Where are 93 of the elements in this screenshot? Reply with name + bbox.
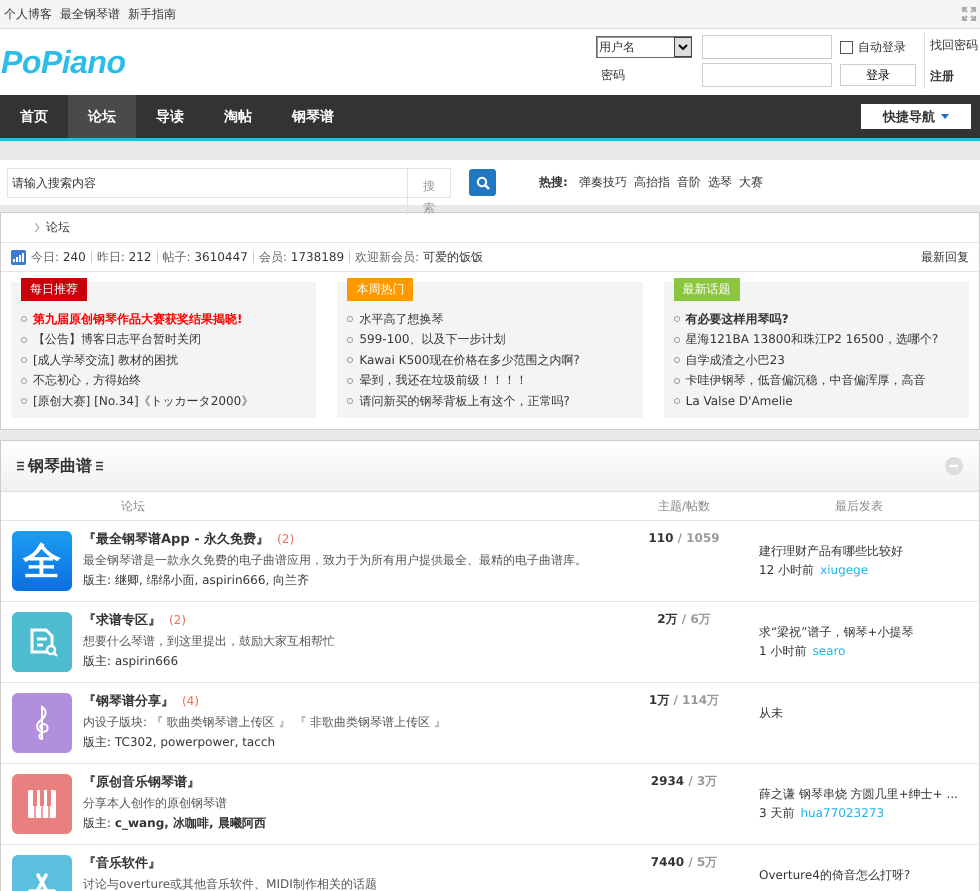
featured-link[interactable]: [成人学琴交流] 教材的困扰 <box>33 352 178 369</box>
featured-link[interactable]: 不忘初心，方得始终 <box>33 372 141 390</box>
stat-item: 帖子: 3610447 <box>162 248 248 266</box>
last-post-title[interactable]: 建行理财产品有哪些比较好 <box>759 543 959 559</box>
featured-link[interactable]: 第九届原创钢琴作品大赛获奖结果揭晓! <box>33 310 242 328</box>
forum-description: 分享本人创作的原创钢琴谱 <box>83 795 228 812</box>
breadcrumb-link[interactable]: 论坛 <box>46 219 70 236</box>
forum-icon: 全 <box>12 531 72 591</box>
section-marker-icon <box>96 461 103 471</box>
forum-name-link[interactable]: 『钢琴谱分享』 <box>83 694 174 709</box>
forum-name-link[interactable]: 『求谱专区』 <box>83 613 161 628</box>
stat-item: 今日: 240 <box>31 248 86 266</box>
forgot-password-link[interactable]: 找回密码 <box>930 37 980 54</box>
forum-moderators: 版主: c_wang, 冰咖啡, 晨曦阿西 <box>83 815 267 832</box>
stat-item: 会员: 1738189 <box>258 248 344 266</box>
latest-replies-link[interactable]: 最新回复 <box>921 248 969 266</box>
quick-nav-button[interactable]: 快捷导航 <box>861 104 971 129</box>
search-button[interactable] <box>469 169 496 196</box>
column-header: 最后发表 <box>835 498 883 512</box>
new-post-count: (2) <box>277 532 294 546</box>
last-post-title[interactable]: 求“梁祝”谱子，钢琴+小提琴 <box>759 624 959 640</box>
breadcrumb-chevron-icon <box>35 223 40 232</box>
caret-icon <box>941 114 949 119</box>
account-type-select[interactable]: 用户名 <box>596 36 692 58</box>
top-link[interactable]: 新手指南 <box>128 6 176 22</box>
collapse-icon[interactable] <box>945 457 963 475</box>
topic-post-count: 2万 / 6万 <box>656 612 712 626</box>
forum-description: 讨论与overture或其他音乐软件、MIDI制作相关的话题 <box>83 876 378 891</box>
featured-link[interactable]: 599-100、以及下一步计划 <box>359 331 506 348</box>
hot-search-link[interactable]: 选琴 <box>708 174 732 191</box>
auto-login-checkbox[interactable]: 自动登录 <box>840 38 916 56</box>
section-marker-icon <box>17 461 24 471</box>
forum-name-link[interactable]: 『音乐软件』 <box>83 856 161 871</box>
forum-moderators: 版主: TC302, powerpower, tacch <box>83 734 276 751</box>
forum-moderators: 版主: 继卿, 绵绵小面, aspirin666, 向兰齐 <box>83 572 310 589</box>
column-header: 主题/帖数 <box>658 498 710 512</box>
hot-search-link[interactable]: 弹奏技巧 <box>578 174 627 191</box>
caret-icon <box>678 44 688 50</box>
featured-tag: 最新话题 <box>674 278 740 301</box>
username-field[interactable] <box>702 35 832 59</box>
last-post-time: 12 小时前 <box>759 563 814 577</box>
featured-tag: 本周热门 <box>347 278 414 301</box>
featured-link[interactable]: 请问新买的钢琴背板上有这个，正常吗? <box>359 392 570 410</box>
featured-tag: 每日推荐 <box>21 278 87 301</box>
stats-chart-icon <box>11 250 26 264</box>
topic-post-count: 2934 / 3万 <box>650 774 718 788</box>
topic-post-count: 7440 / 5万 <box>650 855 718 869</box>
forum-description: 内设子版块: 『 歌曲类钢琴谱上传区 』 『 非歌曲类钢琴谱上传区 』 <box>83 714 447 731</box>
featured-link[interactable]: 【公告】博客日志平台暂时关闭 <box>33 331 201 348</box>
featured-link[interactable]: La Valse D'Amelie <box>686 394 793 408</box>
hot-search-label: 热搜: <box>539 174 568 191</box>
featured-link[interactable]: Kawai K500现在价格在多少范围之内啊? <box>359 352 580 369</box>
section-title: 钢琴曲谱 <box>28 456 92 476</box>
column-header: 论坛 <box>121 498 145 512</box>
nav-tab[interactable]: 首页 <box>0 95 68 138</box>
forum-name-link[interactable]: 『原创音乐钢琴谱』 <box>83 775 200 790</box>
last-post-time: 1 小时前 <box>759 644 806 658</box>
last-post-title[interactable]: 从未 <box>759 705 959 721</box>
forum-moderators: 版主: aspirin666 <box>83 653 180 670</box>
password-label: 密码 <box>600 66 626 84</box>
password-field[interactable] <box>702 63 832 87</box>
featured-link[interactable]: 有必要这样用琴吗? <box>686 310 789 328</box>
hot-search-link[interactable]: 高抬指 <box>634 174 670 191</box>
topic-post-count: 1万 / 114万 <box>648 693 720 707</box>
stat-item: 昨日: 212 <box>96 248 152 266</box>
last-post-title[interactable]: Overture4的倚音怎么打呀? <box>759 867 959 883</box>
last-post-title[interactable]: 薛之谦 钢琴串烧 方圆几里+绅士+ ... <box>759 786 959 802</box>
hot-search-link[interactable]: 大赛 <box>738 174 763 191</box>
featured-link[interactable]: [原创大赛] [No.34]《トッカータ2000》 <box>33 392 254 410</box>
top-link[interactable]: 最全钢琴谱 <box>60 6 120 22</box>
featured-link[interactable]: 自学成渣之小巴23 <box>686 352 785 369</box>
nav-tab[interactable]: 钢琴谱 <box>272 95 354 138</box>
nav-tab[interactable]: 淘帖 <box>204 95 272 138</box>
new-post-count: (2) <box>169 613 186 627</box>
fullscreen-icon[interactable] <box>962 7 976 21</box>
last-post-time: 3 天前 <box>759 806 794 820</box>
stat-item: 欢迎新会员: 可爱的饭饭 <box>355 248 484 266</box>
featured-link[interactable]: 星海121BA 13800和珠江P2 16500，选哪个? <box>686 331 938 348</box>
forum-name-link[interactable]: 『最全钢琴谱App - 永久免费』 <box>83 532 270 547</box>
forum-description: 想要什么琴谱，到这里提出，鼓励大家互相帮忙 <box>83 633 336 650</box>
search-icon <box>476 176 490 190</box>
nav-tab[interactable]: 论坛 <box>68 95 136 138</box>
forum-description: 最全钢琴谱是一款永久免费的电子曲谱应用，致力于为所有用户提供最全、最精的电子曲谱库。 <box>83 552 588 569</box>
register-link[interactable]: 注册 <box>930 68 980 85</box>
login-button[interactable]: 登录 <box>840 64 916 86</box>
featured-link[interactable]: 水平高了想换琴 <box>359 310 444 328</box>
nav-tab[interactable]: 导读 <box>136 95 204 138</box>
top-link[interactable]: 个人博客 <box>4 6 52 22</box>
topic-post-count: 110 / 1059 <box>647 531 721 545</box>
featured-link[interactable]: 晕到，我还在垃圾前级！！！！ <box>359 372 528 390</box>
new-post-count: (4) <box>182 694 199 708</box>
featured-link[interactable]: 卡哇伊钢琴，低音偏沉稳，中音偏浑厚，高音 <box>686 372 926 390</box>
hot-search-link[interactable]: 音阶 <box>676 174 701 191</box>
